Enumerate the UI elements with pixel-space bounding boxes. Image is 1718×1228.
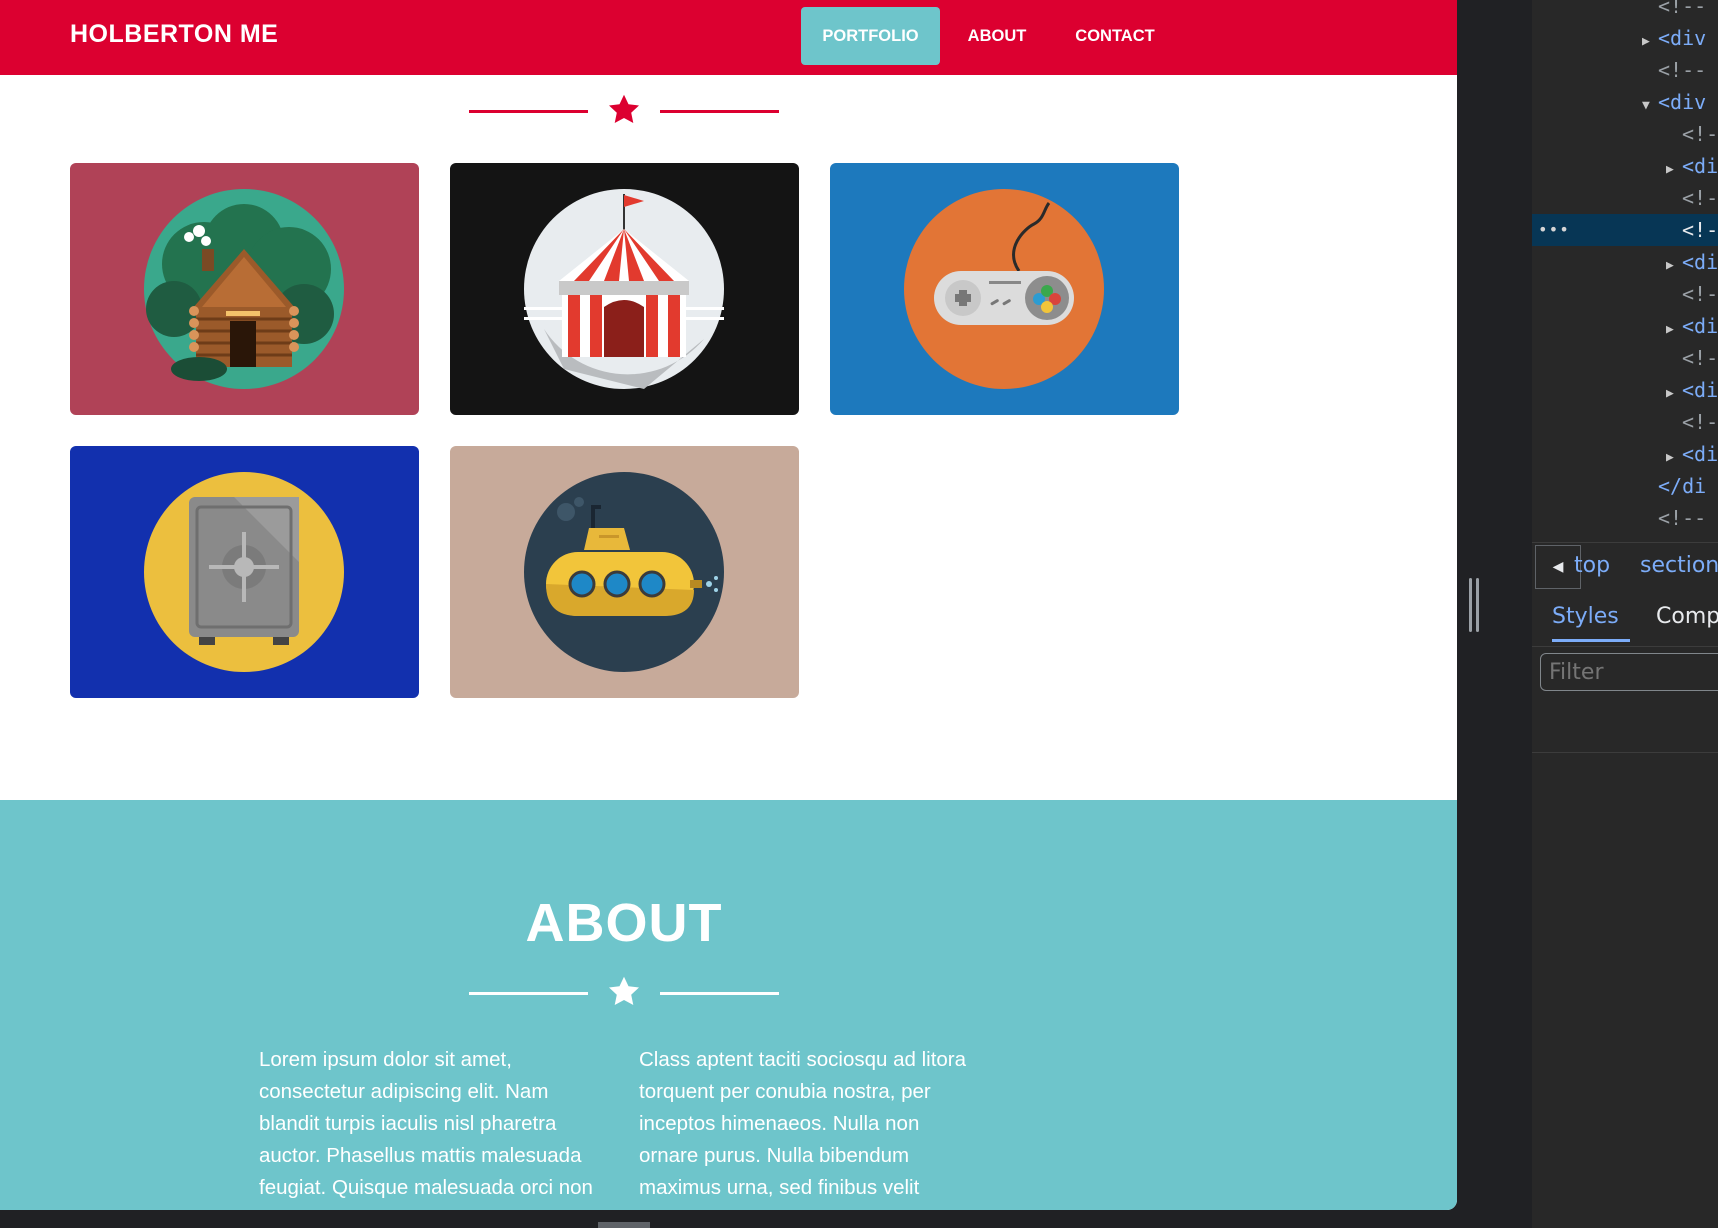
safe-icon [144, 472, 344, 672]
breadcrumb: ◀ top section [1532, 542, 1718, 593]
dom-node-text: <di [1682, 154, 1718, 178]
star-divider [469, 92, 779, 132]
submarine-icon [524, 472, 724, 672]
dom-node[interactable]: </di [1532, 470, 1706, 502]
dom-node-text: <div [1658, 90, 1707, 114]
dom-node-text: </di [1658, 474, 1707, 498]
dom-node-text: <!- [1682, 122, 1718, 146]
devtools-panel: <!-- ▶ <div <!-- ▼ <div <!- ▶ <di <!- ••• <!… [1532, 0, 1718, 1228]
dom-node-text: <!- [1682, 186, 1718, 210]
breadcrumb-item-section[interactable]: section [1640, 553, 1718, 578]
portfolio-tile-circus[interactable] [450, 163, 799, 415]
dom-node-text: <!-- [1658, 0, 1707, 18]
dom-node[interactable]: ▶ <di [1532, 150, 1718, 182]
dom-node-text: <!-- [1658, 506, 1707, 530]
breadcrumb-item-top[interactable]: top [1574, 553, 1610, 578]
dom-node-text: <!- [1682, 218, 1718, 242]
divider-line [660, 110, 779, 113]
devtools-tabs: Styles Comp [1532, 594, 1718, 647]
star-divider [469, 974, 779, 1014]
divider-line [469, 110, 588, 113]
panel-resize-handle[interactable] [1469, 578, 1481, 632]
dom-node-text: <di [1682, 314, 1718, 338]
portfolio-tile-cabin[interactable] [70, 163, 419, 415]
nav-link-contact[interactable]: CONTACT [1065, 7, 1165, 65]
log-cabin-icon [144, 189, 344, 389]
brand-logo[interactable]: HOLBERTON ME [70, 20, 278, 49]
dom-node-text: <!-- [1658, 58, 1707, 82]
dom-node-text: <di [1682, 378, 1718, 402]
dom-node[interactable]: <!-- [1532, 54, 1706, 86]
browser-viewport: HOLBERTON ME PORTFOLIO ABOUT CONTACT ABO… [0, 0, 1457, 1210]
dom-tree: <!-- ▶ <div <!-- ▼ <div <!- ▶ <di <!- ••• <!… [1532, 0, 1718, 540]
portfolio-tile-safe[interactable] [70, 446, 419, 698]
more-options-icon[interactable]: ••• [1538, 214, 1570, 246]
dom-node-text: <!- [1682, 282, 1718, 306]
dom-node-text: <!- [1682, 346, 1718, 370]
tab-computed[interactable]: Comp [1656, 604, 1718, 629]
dom-node-text: <di [1682, 442, 1718, 466]
star-icon [609, 94, 639, 124]
nav-link-portfolio[interactable]: PORTFOLIO [801, 7, 940, 65]
tab-styles[interactable]: Styles [1552, 604, 1630, 642]
dom-node[interactable]: <!- [1532, 342, 1718, 374]
dom-node[interactable]: ▶ <di [1532, 374, 1718, 406]
nav-link-about[interactable]: ABOUT [955, 7, 1039, 65]
navbar: HOLBERTON ME PORTFOLIO ABOUT CONTACT [0, 0, 1457, 75]
dom-node[interactable]: <!- [1532, 118, 1718, 150]
divider [1532, 752, 1718, 753]
star-icon [609, 976, 639, 1006]
dom-node[interactable]: <!- [1532, 406, 1718, 438]
dom-node[interactable]: ▶ <div [1532, 22, 1706, 54]
dom-node[interactable]: ▶ <di [1532, 438, 1718, 470]
circus-tent-icon [524, 189, 724, 389]
styles-filter-input[interactable] [1540, 653, 1718, 691]
game-controller-icon [904, 189, 1104, 389]
portfolio-tile-game[interactable] [830, 163, 1179, 415]
chevron-left-icon: ◀ [1552, 559, 1564, 575]
dom-node[interactable]: ▼ <div [1532, 86, 1706, 118]
divider-line [469, 992, 588, 995]
about-paragraph-2: Class aptent taciti sociosqu ad litora t… [639, 1048, 967, 1210]
dom-node-text: <!- [1682, 410, 1718, 434]
dom-node-text: <di [1682, 250, 1718, 274]
portfolio-tile-submarine[interactable] [450, 446, 799, 698]
dom-node[interactable]: <!-- [1532, 502, 1706, 534]
about-title: ABOUT [525, 893, 723, 953]
dom-node[interactable]: <!- [1532, 278, 1718, 310]
dom-node-text: <div [1658, 26, 1707, 50]
dom-node[interactable]: <!-- [1532, 0, 1706, 22]
about-paragraph-1: Lorem ipsum dolor sit amet, consectetur … [259, 1048, 593, 1199]
dom-node[interactable]: ▶ <di [1532, 310, 1718, 342]
dom-node-selected[interactable]: ••• <!- [1532, 214, 1718, 246]
bottom-resize-handle[interactable] [598, 1222, 650, 1228]
divider-line [660, 992, 779, 995]
dom-node[interactable]: ▶ <di [1532, 246, 1718, 278]
dom-node[interactable]: <!- [1532, 182, 1718, 214]
